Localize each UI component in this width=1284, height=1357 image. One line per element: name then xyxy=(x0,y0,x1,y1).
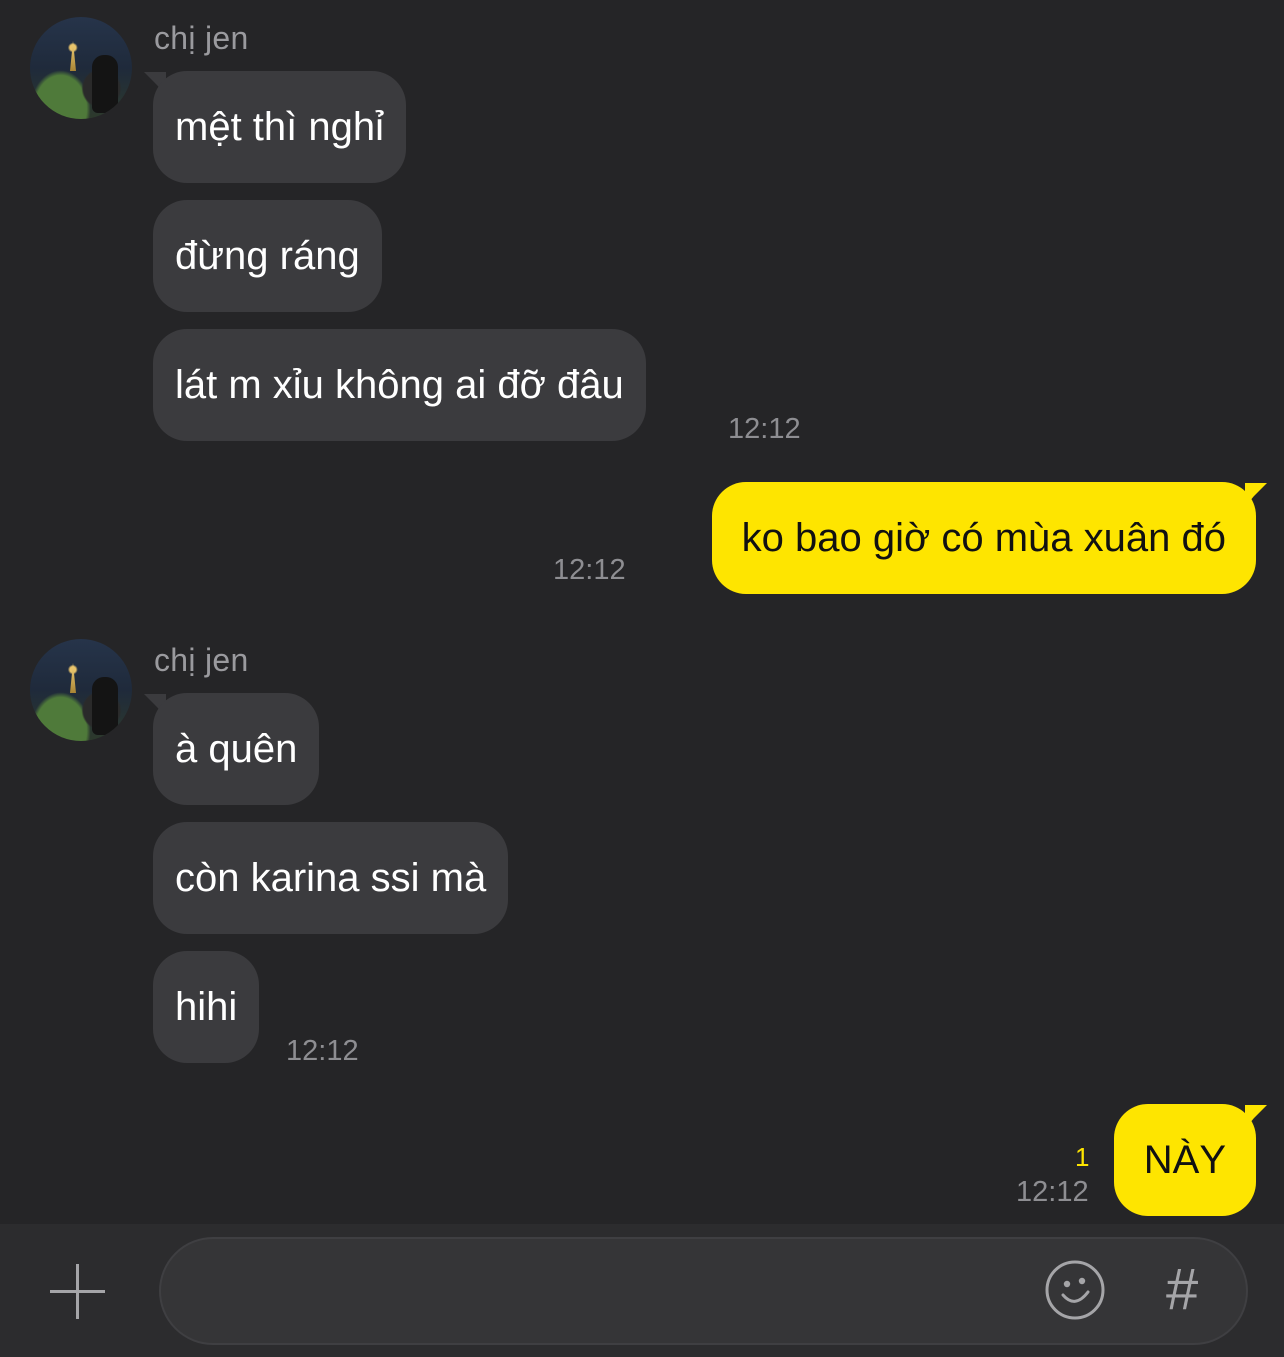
hashtag-icon[interactable]: # xyxy=(1166,1257,1198,1323)
sender-avatar[interactable] xyxy=(30,639,132,741)
message-input[interactable] xyxy=(191,1239,1031,1343)
incoming-message[interactable]: à quên xyxy=(153,693,320,805)
emoji-icon[interactable] xyxy=(1044,1259,1106,1321)
avatar-tower-shape xyxy=(70,41,76,71)
message-timestamp: 12:12 xyxy=(728,413,801,445)
sender-name: chị jen xyxy=(154,642,249,678)
avatar-tower-shape xyxy=(70,663,76,693)
unread-count: 1 xyxy=(1075,1142,1090,1172)
chat-area: chị jen mệt thì nghỉ đừng ráng lát m xỉu… xyxy=(0,0,1284,1224)
message-timestamp: 12:12 xyxy=(286,1035,359,1067)
message-timestamp: 12:12 xyxy=(1016,1176,1089,1208)
incoming-message[interactable]: còn karina ssi mà xyxy=(153,822,509,934)
avatar-figure-shape xyxy=(92,55,118,113)
incoming-message[interactable]: hihi xyxy=(153,951,260,1063)
incoming-message[interactable]: đừng ráng xyxy=(153,200,382,312)
outgoing-message[interactable]: ko bao giờ có mùa xuân đó xyxy=(711,482,1256,594)
message-field-container[interactable]: # xyxy=(159,1237,1248,1345)
message-timestamp: 12:12 xyxy=(553,554,626,586)
sender-name: chị jen xyxy=(154,20,249,56)
message-input-bar: # xyxy=(0,1224,1284,1357)
outgoing-message[interactable]: NÀY xyxy=(1113,1104,1256,1216)
sender-avatar[interactable] xyxy=(30,17,132,119)
incoming-message[interactable]: mệt thì nghỉ xyxy=(153,71,407,183)
plus-icon[interactable] xyxy=(50,1264,105,1319)
incoming-message[interactable]: lát m xỉu không ai đỡ đâu xyxy=(153,329,646,441)
avatar-figure-shape xyxy=(92,677,118,735)
